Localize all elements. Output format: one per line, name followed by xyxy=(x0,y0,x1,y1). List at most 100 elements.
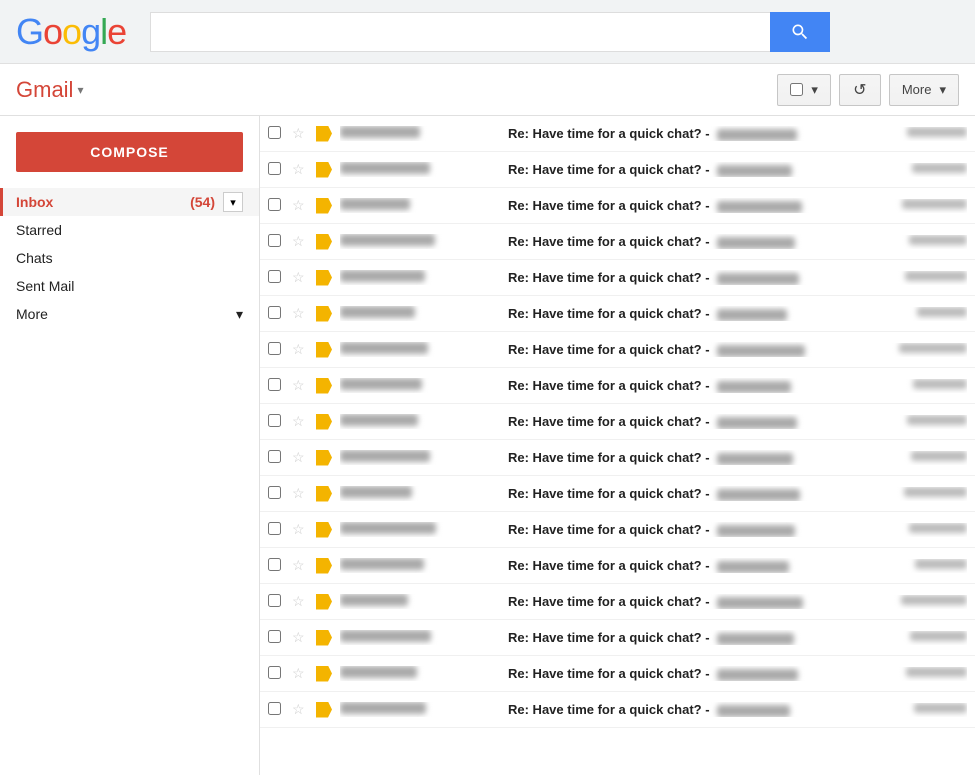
email-checkbox[interactable] xyxy=(268,630,288,646)
star-icon[interactable]: ☆ xyxy=(292,161,312,178)
email-checkbox[interactable] xyxy=(268,198,288,214)
row-checkbox[interactable] xyxy=(268,162,281,175)
email-checkbox[interactable] xyxy=(268,306,288,322)
star-icon[interactable]: ☆ xyxy=(292,197,312,214)
subject-text: Re: Have time for a quick chat? - xyxy=(508,234,710,249)
star-icon[interactable]: ☆ xyxy=(292,413,312,430)
email-checkbox[interactable] xyxy=(268,126,288,142)
email-row[interactable]: ☆ Re: Have time for a quick chat? - xyxy=(260,260,975,296)
star-icon[interactable]: ☆ xyxy=(292,341,312,358)
star-icon[interactable]: ☆ xyxy=(292,665,312,682)
logo-text: Google xyxy=(16,11,126,53)
snippet-blur xyxy=(717,381,791,393)
email-time xyxy=(867,343,967,357)
row-checkbox[interactable] xyxy=(268,450,281,463)
email-checkbox[interactable] xyxy=(268,522,288,538)
email-row[interactable]: ☆ Re: Have time for a quick chat? - xyxy=(260,584,975,620)
email-checkbox[interactable] xyxy=(268,486,288,502)
email-checkbox[interactable] xyxy=(268,162,288,178)
star-icon[interactable]: ☆ xyxy=(292,305,312,322)
inbox-label: Inbox xyxy=(16,194,186,210)
row-checkbox[interactable] xyxy=(268,594,281,607)
email-row[interactable]: ☆ Re: Have time for a quick chat? - xyxy=(260,296,975,332)
sent-label: Sent Mail xyxy=(16,278,243,294)
email-time xyxy=(867,559,967,573)
email-row[interactable]: ☆ Re: Have time for a quick chat? - xyxy=(260,332,975,368)
email-sender xyxy=(340,162,500,177)
email-row[interactable]: ☆ Re: Have time for a quick chat? - xyxy=(260,548,975,584)
row-checkbox[interactable] xyxy=(268,126,281,139)
email-checkbox[interactable] xyxy=(268,342,288,358)
row-checkbox[interactable] xyxy=(268,306,281,319)
inbox-expand-button[interactable]: ▾ xyxy=(223,192,243,212)
subject-text: Re: Have time for a quick chat? - xyxy=(508,126,710,141)
star-icon[interactable]: ☆ xyxy=(292,593,312,610)
row-checkbox[interactable] xyxy=(268,378,281,391)
email-row[interactable]: ☆ Re: Have time for a quick chat? - xyxy=(260,224,975,260)
email-row[interactable]: ☆ Re: Have time for a quick chat? - xyxy=(260,152,975,188)
email-checkbox[interactable] xyxy=(268,594,288,610)
star-icon[interactable]: ☆ xyxy=(292,125,312,142)
email-checkbox[interactable] xyxy=(268,450,288,466)
email-checkbox[interactable] xyxy=(268,270,288,286)
row-checkbox[interactable] xyxy=(268,414,281,427)
select-button[interactable]: ▾ xyxy=(777,74,831,106)
row-checkbox[interactable] xyxy=(268,522,281,535)
star-icon[interactable]: ☆ xyxy=(292,485,312,502)
more-button[interactable]: More ▾ xyxy=(889,74,959,106)
row-checkbox[interactable] xyxy=(268,270,281,283)
email-tag-icon xyxy=(316,378,332,394)
refresh-button[interactable]: ↺ xyxy=(839,74,881,106)
row-checkbox[interactable] xyxy=(268,630,281,643)
subject-snippet-blurred xyxy=(713,270,799,285)
row-checkbox[interactable] xyxy=(268,558,281,571)
subject-snippet-blurred xyxy=(713,666,798,681)
star-icon[interactable]: ☆ xyxy=(292,449,312,466)
email-time xyxy=(867,379,967,393)
compose-button[interactable]: COMPOSE xyxy=(16,132,243,172)
star-icon[interactable]: ☆ xyxy=(292,701,312,718)
select-all-checkbox[interactable] xyxy=(790,83,803,96)
email-checkbox[interactable] xyxy=(268,234,288,250)
row-checkbox[interactable] xyxy=(268,198,281,211)
email-subject: Re: Have time for a quick chat? - xyxy=(508,126,867,141)
email-row[interactable]: ☆ Re: Have time for a quick chat? - xyxy=(260,476,975,512)
star-icon[interactable]: ☆ xyxy=(292,557,312,574)
email-row[interactable]: ☆ Re: Have time for a quick chat? - xyxy=(260,620,975,656)
search-button[interactable] xyxy=(770,12,830,52)
sidebar-item-more[interactable]: More ▾ xyxy=(0,300,259,328)
sender-name-blurred xyxy=(340,450,430,462)
row-checkbox[interactable] xyxy=(268,486,281,499)
email-row[interactable]: ☆ Re: Have time for a quick chat? - xyxy=(260,692,975,728)
email-row[interactable]: ☆ Re: Have time for a quick chat? - xyxy=(260,116,975,152)
star-icon[interactable]: ☆ xyxy=(292,377,312,394)
email-sender xyxy=(340,234,500,249)
email-row[interactable]: ☆ Re: Have time for a quick chat? - xyxy=(260,188,975,224)
sidebar-item-inbox[interactable]: Inbox (54) ▾ xyxy=(0,188,259,216)
email-row[interactable]: ☆ Re: Have time for a quick chat? - xyxy=(260,368,975,404)
email-checkbox[interactable] xyxy=(268,558,288,574)
sidebar-item-chats[interactable]: Chats xyxy=(0,244,259,272)
row-checkbox[interactable] xyxy=(268,666,281,679)
sender-name-blurred xyxy=(340,198,410,210)
row-checkbox[interactable] xyxy=(268,702,281,715)
star-icon[interactable]: ☆ xyxy=(292,233,312,250)
email-row[interactable]: ☆ Re: Have time for a quick chat? - xyxy=(260,656,975,692)
email-checkbox[interactable] xyxy=(268,378,288,394)
star-icon[interactable]: ☆ xyxy=(292,521,312,538)
email-row[interactable]: ☆ Re: Have time for a quick chat? - xyxy=(260,440,975,476)
star-icon[interactable]: ☆ xyxy=(292,629,312,646)
gmail-label[interactable]: Gmail ▾ xyxy=(16,77,276,103)
row-checkbox[interactable] xyxy=(268,342,281,355)
row-checkbox[interactable] xyxy=(268,234,281,247)
email-checkbox[interactable] xyxy=(268,666,288,682)
sidebar-item-sent[interactable]: Sent Mail xyxy=(0,272,259,300)
email-row[interactable]: ☆ Re: Have time for a quick chat? - xyxy=(260,404,975,440)
star-icon[interactable]: ☆ xyxy=(292,269,312,286)
search-input[interactable] xyxy=(150,12,770,52)
email-checkbox[interactable] xyxy=(268,702,288,718)
email-subject: Re: Have time for a quick chat? - xyxy=(508,234,867,249)
sidebar-item-starred[interactable]: Starred xyxy=(0,216,259,244)
email-checkbox[interactable] xyxy=(268,414,288,430)
email-row[interactable]: ☆ Re: Have time for a quick chat? - xyxy=(260,512,975,548)
